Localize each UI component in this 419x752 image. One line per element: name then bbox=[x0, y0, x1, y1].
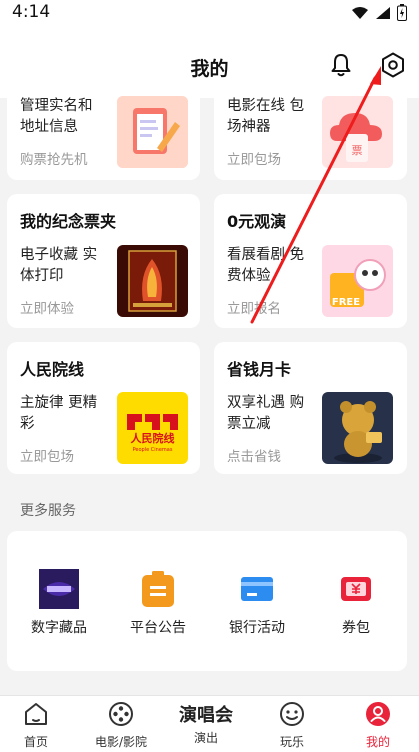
cinema-logo-text: 人民院线 bbox=[131, 431, 175, 445]
card-action: 购票抢先机 bbox=[20, 152, 88, 168]
tab-performances[interactable]: 演唱会 演出 bbox=[171, 700, 241, 746]
notification-bell-icon[interactable] bbox=[328, 52, 354, 78]
smile-icon bbox=[280, 702, 304, 726]
card-action: 立即报名 bbox=[227, 301, 281, 317]
card-action: 立即包场 bbox=[227, 152, 281, 168]
bottom-tab-bar: 首页 电影/影院 演唱会 演出 玩乐 我的 bbox=[0, 695, 419, 752]
tab-movies[interactable]: 电影/影院 bbox=[86, 700, 156, 750]
card-action: 立即体验 bbox=[20, 301, 74, 317]
tab-profile[interactable]: 我的 bbox=[343, 700, 413, 750]
card-desc: 主旋律 更精彩 bbox=[20, 395, 98, 432]
announcement-icon bbox=[138, 569, 178, 609]
card-ticket-album[interactable]: 我的纪念票夹 电子收藏 实体打印 立即体验 bbox=[7, 194, 200, 328]
signal-icon bbox=[376, 6, 390, 19]
performance-logo: 演唱会 bbox=[179, 705, 233, 726]
settings-icon[interactable] bbox=[379, 51, 407, 79]
status-bar: 4:14 bbox=[0, 0, 419, 26]
more-services-panel: 数字藏品 平台公告 银行活动 券包 bbox=[7, 531, 407, 671]
card-real-name-address[interactable]: 管理实名和地址信息 购票抢先机 bbox=[7, 86, 200, 180]
system-icons bbox=[351, 4, 407, 21]
page-title: 我的 bbox=[190, 58, 229, 80]
tab-label: 电影/影院 bbox=[94, 735, 148, 749]
service-bank-activity[interactable]: 银行活动 bbox=[212, 569, 302, 637]
battery-icon bbox=[397, 4, 407, 21]
service-label: 平台公告 bbox=[130, 620, 186, 636]
cinema-logo-en-text: People Cinemas bbox=[133, 447, 173, 453]
card-free-show[interactable]: 0元观演 看展看剧 免费体验 立即报名 FREE bbox=[214, 194, 407, 328]
free-ticket-mascot-image: FREE bbox=[322, 245, 393, 317]
service-label: 数字藏品 bbox=[31, 620, 87, 636]
digital-collection-icon bbox=[39, 569, 79, 609]
clipboard-pencil-image bbox=[117, 96, 188, 168]
card-people-cinemas[interactable]: 人民院线 主旋律 更精彩 立即包场 人民院线 People Cinemas bbox=[7, 342, 200, 474]
tab-home[interactable]: 首页 bbox=[1, 700, 71, 750]
card-desc: 电子收藏 实体打印 bbox=[20, 247, 98, 284]
wifi-icon bbox=[352, 6, 368, 19]
service-announcement[interactable]: 平台公告 bbox=[113, 569, 203, 637]
service-coupon[interactable]: 券包 bbox=[311, 569, 401, 637]
tab-label: 演出 bbox=[193, 731, 218, 745]
card-desc: 管理实名和地址信息 bbox=[20, 98, 93, 135]
card-monthly-pass[interactable]: 省钱月卡 双享礼遇 购票立减 点击省钱 bbox=[214, 342, 407, 474]
coupon-icon bbox=[336, 569, 376, 609]
people-cinemas-logo: 人民院线 People Cinemas bbox=[117, 392, 188, 464]
card-title: 0元观演 bbox=[227, 212, 287, 231]
card-title: 人民院线 bbox=[20, 360, 85, 379]
service-label: 券包 bbox=[342, 620, 370, 636]
card-title: 我的纪念票夹 bbox=[20, 212, 117, 231]
card-desc: 电影在线 包场神器 bbox=[227, 98, 305, 135]
status-time: 4:14 bbox=[12, 2, 51, 22]
service-label: 银行活动 bbox=[229, 620, 285, 636]
free-badge-text: FREE bbox=[332, 297, 360, 308]
card-action: 立即包场 bbox=[20, 449, 74, 465]
home-icon bbox=[25, 703, 47, 725]
ticket-badge-text: 票 bbox=[352, 144, 363, 157]
card-cinema-booking[interactable]: 电影在线 包场神器 立即包场 票 bbox=[214, 86, 407, 180]
bank-card-icon bbox=[237, 569, 277, 609]
film-reel-icon bbox=[109, 702, 133, 726]
profile-icon bbox=[366, 702, 390, 726]
tab-label: 玩乐 bbox=[279, 735, 304, 749]
card-desc: 双享礼遇 购票立减 bbox=[227, 395, 305, 432]
tab-label: 我的 bbox=[365, 735, 390, 749]
card-action: 点击省钱 bbox=[227, 449, 281, 465]
card-desc: 看展看剧 免费体验 bbox=[227, 247, 305, 284]
cloud-ticket-image: 票 bbox=[322, 96, 393, 168]
tab-label: 首页 bbox=[23, 735, 48, 749]
service-digital-collection[interactable]: 数字藏品 bbox=[14, 569, 104, 637]
tab-entertainment[interactable]: 玩乐 bbox=[257, 700, 327, 750]
ticket-poster-image bbox=[117, 245, 188, 317]
gold-mascot-image bbox=[322, 392, 393, 464]
card-title: 省钱月卡 bbox=[227, 360, 292, 379]
more-services-heading: 更多服务 bbox=[20, 503, 76, 519]
